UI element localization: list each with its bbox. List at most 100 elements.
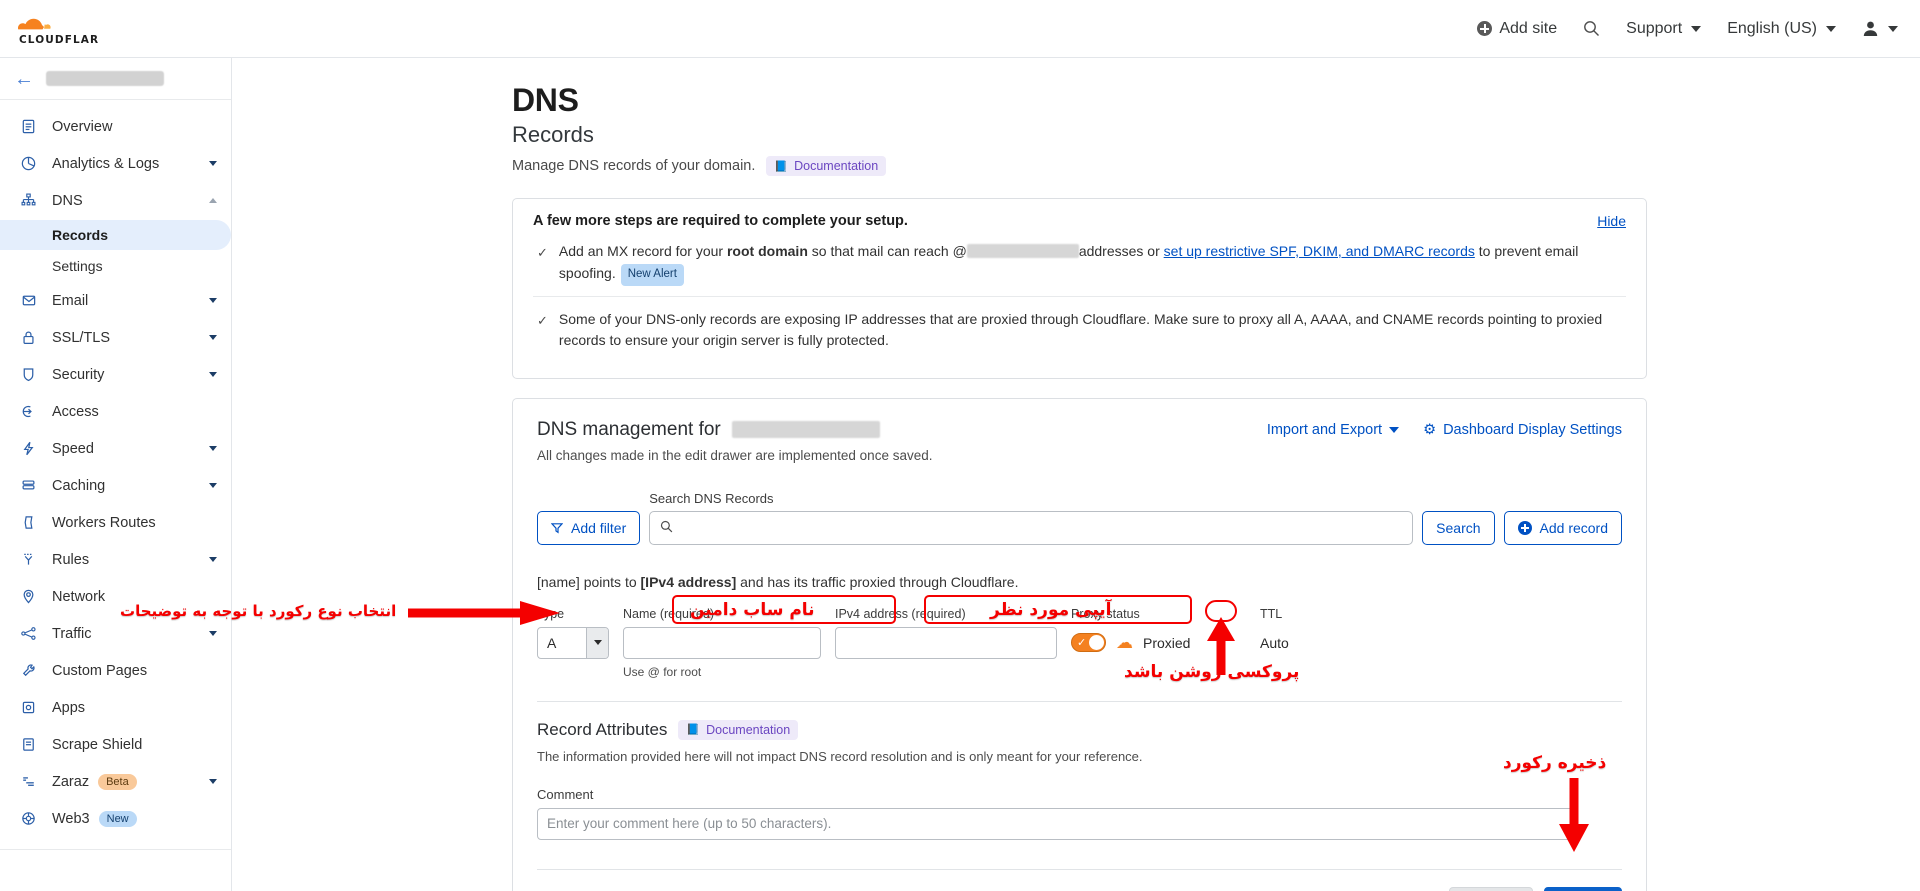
record-ipv4-input[interactable] [835, 626, 1057, 659]
gear-icon: ⚙ [1423, 421, 1437, 438]
back-to-sites[interactable]: ← [0, 58, 231, 100]
sidebar-item-caching[interactable]: Caching [0, 467, 231, 504]
save-button[interactable]: Save [1544, 886, 1622, 891]
record-attributes-title: Record Attributes [537, 719, 668, 739]
sidebar-item-ssl-tls[interactable]: SSL/TLS [0, 319, 231, 356]
apps-icon [18, 697, 39, 718]
page-title: DNS [512, 82, 579, 118]
comment-input[interactable] [537, 807, 1578, 840]
search-input[interactable] [649, 510, 1414, 545]
dashboard-settings-label: Dashboard Display Settings [1443, 421, 1622, 438]
status-badge: New [98, 810, 137, 827]
arrow-left-icon: ← [14, 67, 34, 90]
support-menu[interactable]: Support [1626, 20, 1702, 38]
cloudflare-logo[interactable]: CLOUDFLARE [18, 12, 98, 46]
proxy-toggle[interactable]: ✓ [1071, 633, 1106, 653]
language-menu[interactable]: English (US) [1727, 20, 1836, 38]
dns-card-subtitle: All changes made in the edit drawer are … [537, 447, 933, 463]
record-desc-bold: [IPv4 address] [640, 573, 737, 590]
header-actions: Add site Support English (US) [1477, 20, 1898, 38]
database-icon [18, 475, 39, 496]
sidebar-item-apps[interactable]: Apps [0, 689, 231, 726]
comment-label: Comment [537, 786, 594, 802]
sidebar-item-dns-settings[interactable]: Settings [0, 251, 231, 281]
add-site-button[interactable]: Add site [1477, 20, 1557, 38]
search-button-label: Search [1436, 519, 1481, 536]
status-badge: Beta [98, 773, 137, 790]
chevron-down-icon [1691, 25, 1702, 32]
sidebar-item-security[interactable]: Security [0, 356, 231, 393]
form-footer-buttons: Cancel Save [537, 886, 1622, 891]
dns-management-card: DNS management for Import and Export ⚙ D… [512, 397, 1647, 891]
search-button[interactable]: Search [1422, 510, 1495, 545]
clipboard-icon [18, 116, 39, 137]
add-filter-button[interactable]: Add filter [537, 510, 641, 545]
cloud-icon: ☁ [1116, 632, 1133, 652]
hide-notice-button[interactable]: Hide [1597, 213, 1626, 229]
login-icon [18, 401, 39, 422]
sidebar-item-zaraz[interactable]: Zaraz Beta [0, 763, 231, 800]
notice-text-mid: so that mail can reach @ [807, 243, 967, 259]
dashboard-display-settings-button[interactable]: ⚙ Dashboard Display Settings [1423, 422, 1622, 438]
chevron-down-icon [209, 631, 217, 636]
book-icon: 📘 [774, 160, 789, 173]
sidebar-item-dns[interactable]: DNS [0, 182, 231, 219]
record-name-input[interactable] [623, 626, 821, 659]
sidebar-item-label: Security [52, 366, 105, 383]
sidebar-item-web3[interactable]: Web3 New [0, 800, 231, 837]
search-icon [660, 520, 673, 536]
record-type-select[interactable]: A [537, 626, 609, 659]
sidebar-item-dns-records[interactable]: Records [0, 220, 231, 250]
sidebar-item-label: Overview [52, 118, 113, 135]
proxy-status-row: ✓ ☁ Proxied [1071, 627, 1246, 659]
sidebar-item-label: DNS [52, 192, 83, 209]
sidebar-item-label: Workers Routes [52, 514, 156, 531]
add-record-button[interactable]: Add record [1503, 510, 1622, 545]
dns-card-title: DNS management for [537, 419, 880, 441]
sidebar-item-label: Zaraz [52, 773, 90, 790]
sidebar-item-custom-pages[interactable]: Custom Pages [0, 652, 231, 689]
attributes-documentation-link[interactable]: 📘 Documentation [678, 719, 799, 740]
sidebar-item-overview[interactable]: Overview [0, 108, 231, 145]
record-desc-before: [name] points to [537, 573, 641, 590]
sidebar-item-analytics-logs[interactable]: Analytics & Logs [0, 145, 231, 182]
workers-icon [18, 512, 39, 533]
footer-divider [537, 868, 1622, 870]
notice-text-bold: root domain [726, 243, 808, 259]
notice-text-after: addresses or [1078, 243, 1164, 259]
proxy-status-label: Proxy status [1071, 606, 1140, 621]
pin-icon [18, 586, 39, 607]
sidebar-item-email[interactable]: Email [0, 282, 231, 319]
name-field-group: Name (required) Use @ for root [623, 607, 821, 679]
sidebar-item-traffic[interactable]: Traffic [0, 615, 231, 652]
sidebar-item-access[interactable]: Access [0, 393, 231, 430]
spf-dkim-dmarc-link[interactable]: set up restrictive SPF, DKIM, and DMARC … [1164, 243, 1475, 259]
check-icon: ✓ [1077, 637, 1087, 650]
record-description: [name] points to [IPv4 address] and has … [537, 574, 1622, 590]
sidebar-item-speed[interactable]: Speed [0, 430, 231, 467]
search-icon[interactable] [1583, 20, 1600, 37]
account-menu[interactable] [1862, 20, 1898, 37]
record-type-value: A [547, 634, 557, 651]
chevron-down-icon [1888, 25, 1898, 32]
sidebar-item-label: Caching [52, 477, 106, 494]
import-export-menu[interactable]: Import and Export [1267, 422, 1400, 438]
funnel-icon [18, 549, 39, 570]
sidebar-item-network[interactable]: Network [0, 578, 231, 615]
sidebar-item-label: Web3 [52, 810, 90, 827]
domain-redacted [731, 421, 880, 439]
documentation-link[interactable]: 📘 Documentation [766, 156, 887, 176]
chevron-down-icon [209, 161, 217, 166]
cancel-button[interactable]: Cancel [1449, 886, 1534, 891]
sidebar-item-workers-routes[interactable]: Workers Routes [0, 504, 231, 541]
sidebar-item-label: SSL/TLS [52, 329, 111, 346]
check-icon: ✓ [537, 245, 548, 260]
envelope-icon [18, 290, 39, 311]
sidebar-item-scrape-shield[interactable]: Scrape Shield [0, 726, 231, 763]
bolt-icon [18, 438, 39, 459]
top-header-bar: CLOUDFLARE Add site Support English (US) [0, 0, 1920, 58]
proxy-status-value: Proxied [1143, 634, 1191, 651]
ttl-value: Auto [1260, 634, 1289, 651]
sidebar-item-rules[interactable]: Rules [0, 541, 231, 578]
records-toolbar: Add filter Search DNS Records Search Add… [537, 491, 1622, 545]
